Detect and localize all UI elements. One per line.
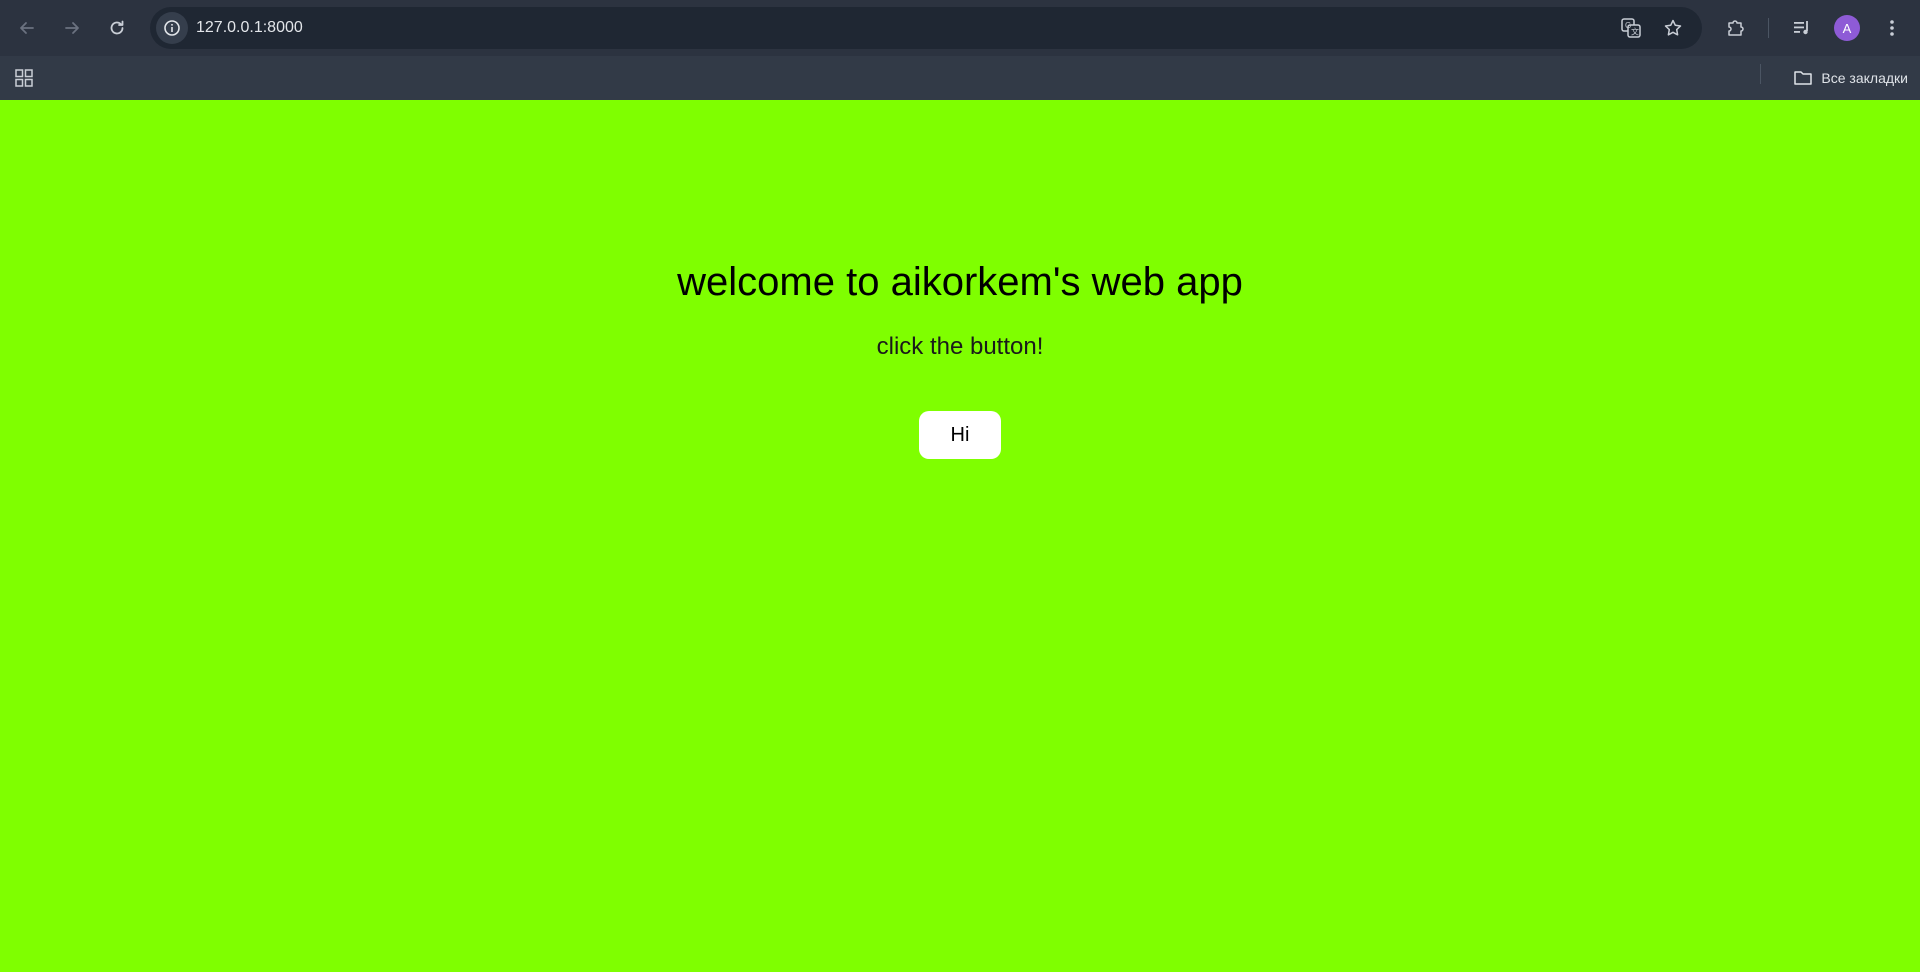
media-queue-icon bbox=[1794, 21, 1808, 35]
translate-icon: G 文 bbox=[1621, 18, 1641, 38]
reload-button[interactable] bbox=[99, 10, 135, 46]
svg-text:文: 文 bbox=[1631, 27, 1639, 37]
apps-grid-icon bbox=[15, 69, 33, 87]
profile-button[interactable]: A bbox=[1829, 10, 1865, 46]
kebab-menu-icon bbox=[1890, 20, 1894, 36]
star-icon bbox=[1664, 19, 1682, 36]
address-bar[interactable]: 127.0.0.1:8000 G 文 bbox=[150, 7, 1702, 49]
folder-icon bbox=[1794, 71, 1813, 85]
page-content: welcome to aikorkem's web app click the … bbox=[0, 100, 1920, 972]
browser-toolbar: 127.0.0.1:8000 G 文 A bbox=[0, 0, 1920, 56]
hi-button[interactable]: Hi bbox=[919, 411, 1001, 459]
back-button[interactable] bbox=[9, 10, 45, 46]
extensions-button[interactable] bbox=[1718, 10, 1754, 46]
bookmarks-bar: Все закладки bbox=[0, 56, 1920, 100]
page-title: welcome to aikorkem's web app bbox=[677, 260, 1243, 304]
all-bookmarks-button[interactable]: Все закладки bbox=[1793, 64, 1908, 92]
puzzle-icon bbox=[1728, 20, 1744, 36]
all-bookmarks-label: Все закладки bbox=[1821, 70, 1908, 86]
bookmark-star-button[interactable] bbox=[1660, 15, 1686, 41]
site-info-button[interactable] bbox=[156, 12, 188, 44]
info-icon bbox=[164, 20, 180, 36]
forward-button[interactable] bbox=[54, 10, 90, 46]
media-control-button[interactable] bbox=[1784, 10, 1820, 46]
browser-chrome: 127.0.0.1:8000 G 文 A Все закладки bbox=[0, 0, 1920, 100]
apps-button[interactable] bbox=[10, 64, 38, 92]
toolbar-divider bbox=[1768, 18, 1769, 38]
reload-icon bbox=[110, 20, 124, 35]
bookmarks-divider bbox=[1760, 64, 1761, 84]
page-subtitle: click the button! bbox=[876, 333, 1044, 360]
avatar: A bbox=[1834, 15, 1860, 41]
forward-arrow-icon bbox=[65, 22, 79, 34]
browser-menu-button[interactable] bbox=[1874, 10, 1910, 46]
translate-button[interactable]: G 文 bbox=[1618, 15, 1644, 41]
url-text[interactable]: 127.0.0.1:8000 bbox=[196, 19, 303, 37]
back-arrow-icon bbox=[20, 22, 34, 34]
